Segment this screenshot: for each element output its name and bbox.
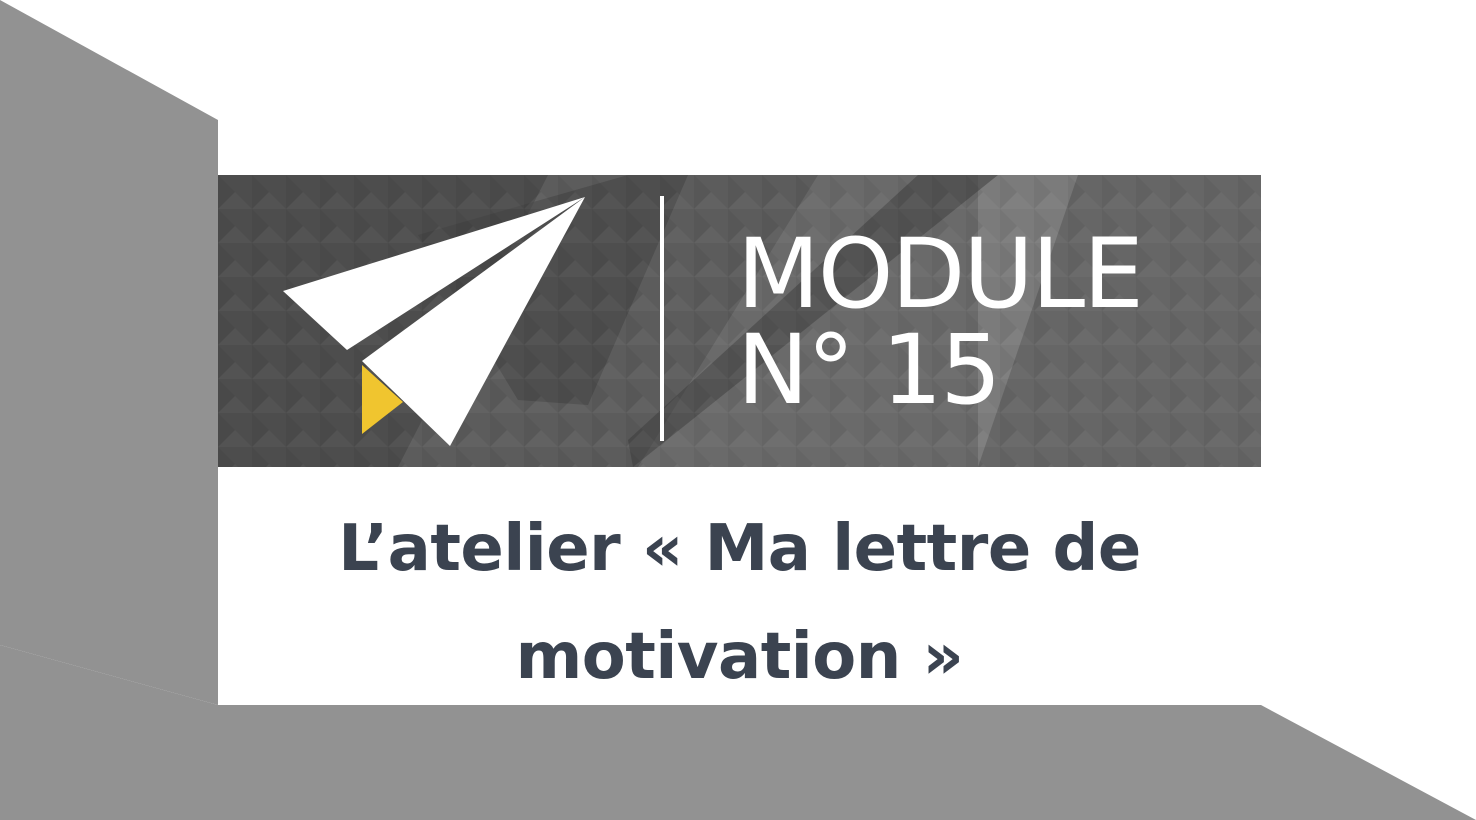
paper-plane-icon: [283, 197, 585, 446]
module-label: MODULE: [737, 218, 1144, 330]
workshop-title: L’atelier « Ma lettre de motivation »: [338, 512, 1141, 694]
slide: MODULE N° 15 L’atelier « Ma lettre de mo…: [0, 0, 1476, 820]
module-number-heading: MODULE N° 15: [737, 226, 1237, 418]
module-number: N° 15: [737, 314, 1001, 426]
banner-divider: [660, 196, 664, 441]
